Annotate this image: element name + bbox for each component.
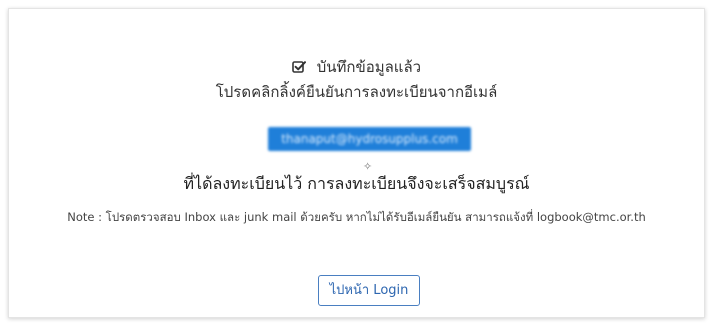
support-note: Note : โปรดตรวจสอบ Inbox และ junk mail ด… [67,210,646,224]
registration-confirmation-card: บันทึกข้อมูลแล้ว โปรดคลิกลิ้งค์ยืนยันการ… [8,8,705,318]
checked-box-icon [292,59,306,79]
registered-email: thanaput@hydrosupplus.com [268,127,471,151]
go-to-login-button[interactable]: ไปหน้า Login [318,275,420,306]
confirmation-instruction: โปรดคลิกลิ้งค์ยืนยันการลงทะเบียนจากอีเมล… [215,83,498,101]
registration-complete-text: ที่ได้ลงทะเบียนไว้ การลงทะเบียนจึงจะเสร็… [183,174,530,193]
saved-status-row: บันทึกข้อมูลแล้ว [9,57,704,79]
cursor-sparkle-icon: ✧ [363,160,373,173]
saved-status-text: บันทึกข้อมูลแล้ว [316,58,422,76]
